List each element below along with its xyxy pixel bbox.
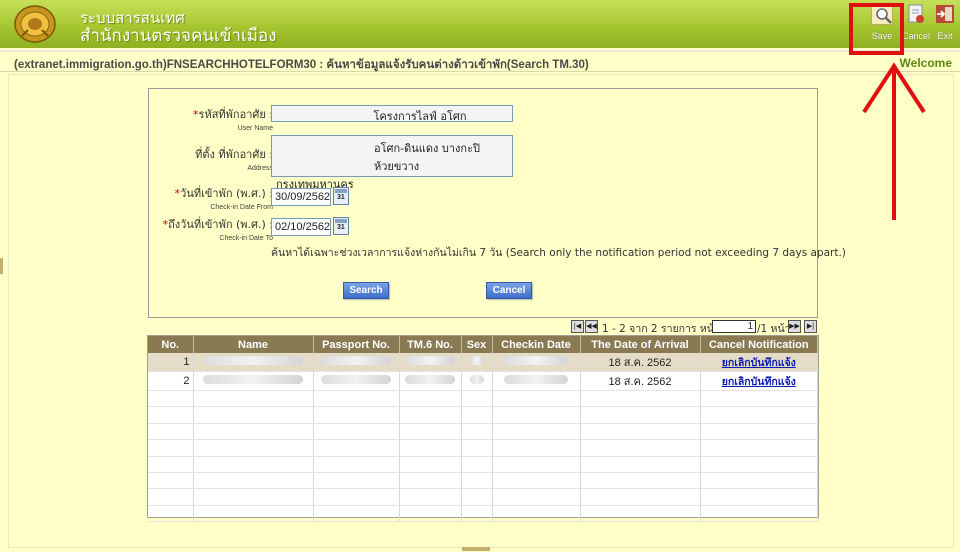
breadcrumb: (extranet.immigration.go.th)FNSEARCHHOTE… bbox=[14, 59, 589, 71]
redacted-name bbox=[193, 353, 314, 372]
redacted-sex bbox=[461, 371, 493, 391]
col-no[interactable]: No. bbox=[148, 336, 194, 353]
empty-row bbox=[148, 488, 818, 506]
cancel-notification-link[interactable]: ยกเลิกบันทึกแจ้ง bbox=[722, 376, 796, 388]
col-arrival-date[interactable]: The Date of Arrival bbox=[580, 336, 701, 353]
empty-row bbox=[148, 439, 818, 457]
page-number-input[interactable]: 1 bbox=[712, 320, 756, 333]
redacted-checkin bbox=[492, 353, 581, 372]
address-label: ที่ตั้ง ที่พักอาศัย : Address bbox=[195, 148, 273, 172]
annotation-arrow-icon bbox=[862, 62, 926, 220]
results-table: No. Name Passport No. TM.6 No. Sex Check… bbox=[147, 335, 819, 523]
redacted-tm6 bbox=[399, 353, 462, 372]
last-page-button[interactable]: ▶| bbox=[804, 320, 817, 333]
checkin-from-label: *วันที่เข้าพัก (พ.ศ.) : Check-in Date Fr… bbox=[174, 187, 273, 211]
table-header-row: No. Name Passport No. TM.6 No. Sex Check… bbox=[148, 336, 818, 353]
empty-row bbox=[148, 390, 818, 408]
search-form: *รหัสที่พักอาศัย : User Name โครงการไลฟ์… bbox=[148, 88, 818, 318]
cancel-label: Cancel bbox=[902, 31, 931, 41]
cancel-toolbar-button[interactable]: Cancel bbox=[902, 3, 930, 41]
next-page-button[interactable]: ▶▶ bbox=[788, 320, 801, 333]
col-passport[interactable]: Passport No. bbox=[313, 336, 400, 353]
col-checkin-date[interactable]: Checkin Date bbox=[492, 336, 581, 353]
empty-row bbox=[148, 406, 818, 424]
redacted-name bbox=[193, 371, 314, 391]
splitter-handle[interactable] bbox=[0, 258, 3, 274]
col-tm6[interactable]: TM.6 No. bbox=[399, 336, 462, 353]
app-header: ระบบสารสนเทศ สำนักงานตรวจคนเข้าเมือง Sav… bbox=[0, 0, 960, 48]
cancel-notification-link[interactable]: ยกเลิกบันทึกแจ้ง bbox=[722, 357, 796, 369]
address-field[interactable]: อโศก-ดินแดง บางกะปิ ห้วยขวาง กรุงเทพมหาน… bbox=[271, 135, 513, 191]
search-button[interactable]: Search bbox=[343, 282, 389, 299]
redacted-tm6 bbox=[399, 371, 462, 391]
redacted-passport bbox=[313, 371, 400, 391]
empty-row bbox=[148, 423, 818, 441]
address-line-1: อโศก-ดินแดง บางกะปิ ห้วยขวาง bbox=[374, 142, 480, 173]
redacted-sex bbox=[461, 353, 493, 372]
empty-row bbox=[148, 472, 818, 490]
col-cancel-notification[interactable]: Cancel Notification bbox=[700, 336, 818, 353]
row-number: 2 bbox=[148, 371, 194, 391]
annotation-highlight-box bbox=[849, 3, 904, 55]
table-row[interactable]: 2 18 ส.ค. 2562 ยกเลิกบันทึกแจ้ง bbox=[148, 371, 818, 391]
cancel-button[interactable]: Cancel bbox=[486, 282, 532, 299]
col-name[interactable]: Name bbox=[193, 336, 314, 353]
prev-page-button[interactable]: ◀◀ bbox=[585, 320, 598, 333]
empty-row bbox=[148, 505, 818, 523]
checkin-to-input[interactable]: 02/10/2562 bbox=[271, 218, 331, 236]
first-page-button[interactable]: |◀ bbox=[571, 320, 584, 333]
exit-door-icon bbox=[934, 3, 956, 25]
row-number: 1 bbox=[148, 353, 194, 372]
arrival-date: 18 ส.ค. 2562 bbox=[580, 353, 701, 372]
exit-label: Exit bbox=[937, 31, 953, 41]
user-name-field[interactable]: โครงการไลฟ์ อโศก bbox=[271, 105, 513, 123]
redacted-checkin bbox=[492, 371, 581, 391]
empty-row bbox=[148, 456, 818, 473]
user-name-label: *รหัสที่พักอาศัย : User Name bbox=[193, 108, 273, 132]
calendar-icon[interactable]: 31 bbox=[333, 187, 349, 205]
col-sex[interactable]: Sex bbox=[461, 336, 493, 353]
search-note: ค้นหาได้เฉพาะช่วงเวลาการแจ้งห่างกันไม่เก… bbox=[271, 247, 846, 259]
immigration-emblem-icon bbox=[14, 5, 56, 43]
redacted-passport bbox=[313, 353, 400, 372]
calendar-icon[interactable]: 31 bbox=[333, 217, 349, 235]
organization-title: สำนักงานตรวจคนเข้าเมือง bbox=[80, 26, 277, 46]
cancel-document-icon bbox=[905, 3, 927, 25]
breadcrumb-bar: (extranet.immigration.go.th)FNSEARCHHOTE… bbox=[0, 50, 960, 72]
table-row[interactable]: 1 18 ส.ค. 2562 ยกเลิกบันทึกแจ้ง bbox=[148, 353, 818, 372]
checkin-from-input[interactable]: 30/09/2562 bbox=[271, 188, 331, 206]
checkin-to-label: *ถึงวันที่เข้าพัก (พ.ศ.) : Check-in Date… bbox=[162, 218, 273, 242]
resize-handle[interactable] bbox=[462, 547, 490, 551]
arrival-date: 18 ส.ค. 2562 bbox=[580, 371, 701, 391]
exit-button[interactable]: Exit bbox=[934, 3, 956, 41]
